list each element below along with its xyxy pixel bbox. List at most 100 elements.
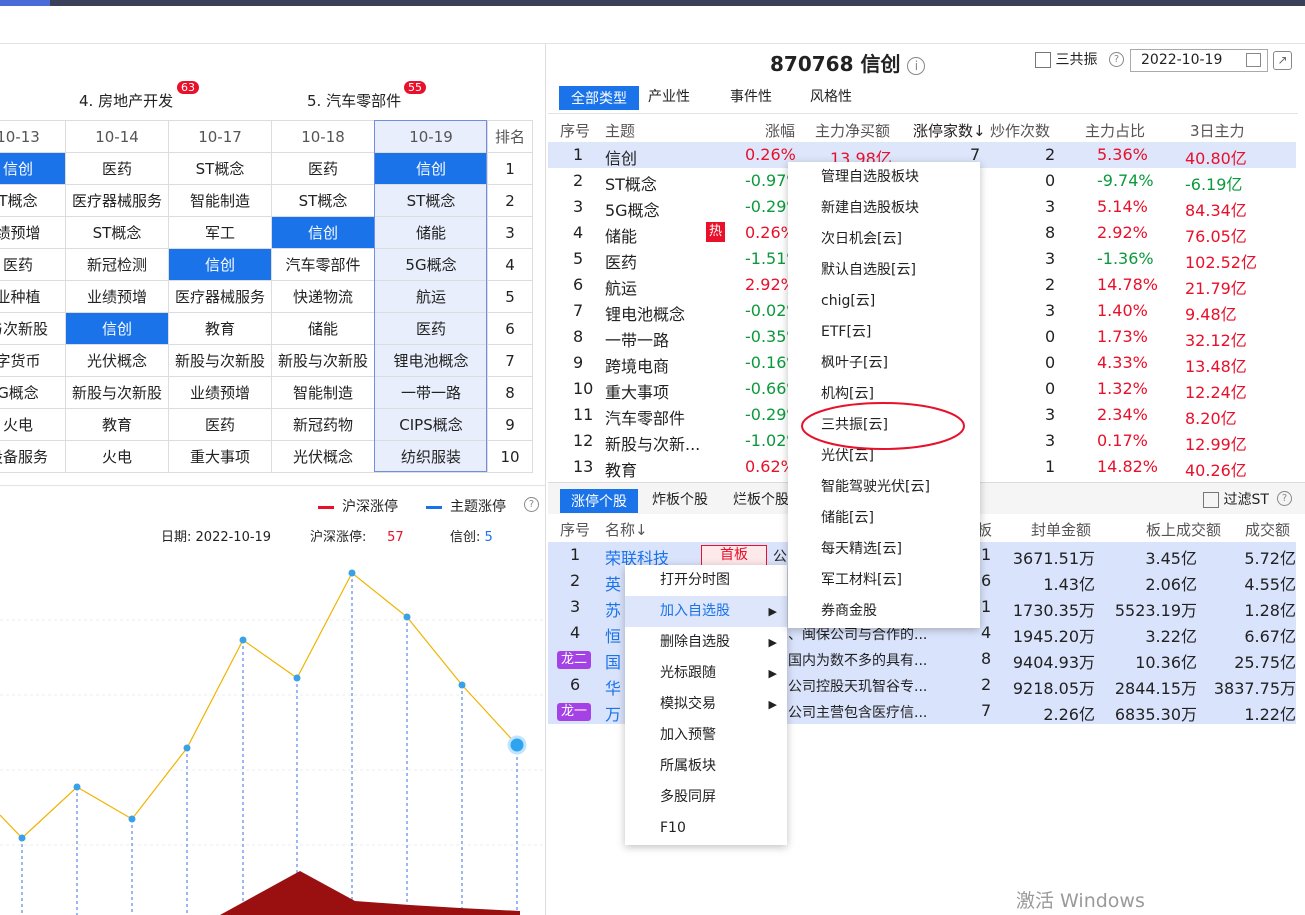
theme-cell[interactable]: 智能制造 — [168, 184, 272, 217]
context-menu-item[interactable]: F10 — [625, 813, 787, 844]
theme-cell[interactable]: 5G概念 — [374, 248, 488, 281]
theme-cell[interactable]: 教育 — [168, 312, 272, 345]
stock-name[interactable]: 苏 — [605, 597, 621, 621]
category-tab[interactable]: 事件性 — [730, 86, 772, 106]
data-point[interactable] — [128, 815, 136, 823]
theme-cell[interactable]: 锂电池概念 — [374, 344, 488, 377]
theme-cell[interactable]: 汽车零部件 — [271, 248, 375, 281]
theme-cell[interactable]: 业绩预增 — [168, 376, 272, 409]
help-icon[interactable]: ? — [1277, 491, 1292, 506]
data-point[interactable] — [18, 834, 26, 842]
watchlist-menu-item[interactable]: 新建自选股板块 — [788, 193, 980, 224]
theme-cell[interactable]: 信创 — [0, 152, 66, 185]
theme-cell[interactable]: 重大事项 — [168, 440, 272, 473]
context-menu-item[interactable]: 加入预警 — [625, 720, 787, 751]
theme-cell[interactable]: 光伏概念 — [271, 440, 375, 473]
theme-cell[interactable]: 快递物流 — [271, 280, 375, 313]
column-header[interactable]: 名称↓ — [605, 519, 648, 540]
theme-cell[interactable]: ST概念 — [65, 216, 169, 249]
watchlist-menu-item[interactable]: 智能驾驶光伏[云] — [788, 472, 980, 503]
context-menu-item[interactable]: 所属板块 — [625, 751, 787, 782]
category-tab[interactable]: 全部类型 — [559, 86, 639, 110]
theme-cell[interactable]: 设备服务 — [0, 440, 66, 473]
theme-cell[interactable]: 医疗器械服务 — [65, 184, 169, 217]
watchlist-menu-item[interactable]: 军工材料[云] — [788, 565, 980, 596]
export-icon[interactable]: ↗ — [1273, 51, 1292, 70]
column-header[interactable]: 3日主力 — [1190, 120, 1245, 141]
theme-cell[interactable]: 字货币 — [0, 344, 66, 377]
watchlist-menu-item[interactable]: 券商金股 — [788, 596, 980, 627]
category-tab[interactable]: 产业性 — [648, 86, 690, 106]
date-column-header[interactable]: 10-17 — [168, 120, 272, 153]
column-header[interactable]: 序号 — [560, 519, 590, 540]
sangong-checkbox[interactable]: 三共振 — [1035, 49, 1097, 69]
date-column-header[interactable]: 10-19 — [374, 120, 488, 153]
context-menu-item[interactable]: 多股同屏 — [625, 782, 787, 813]
theme-cell[interactable]: 智能制造 — [271, 376, 375, 409]
info-icon[interactable]: i — [907, 56, 926, 75]
date-column-header[interactable]: 10-13 — [0, 120, 66, 153]
theme-cell[interactable]: 教育 — [65, 408, 169, 441]
column-header[interactable]: 板上成交额 — [1146, 519, 1221, 540]
watchlist-menu-item[interactable]: chig[云] — [788, 286, 980, 317]
column-header[interactable]: 炒作次数 — [990, 120, 1050, 141]
data-point[interactable] — [239, 636, 247, 644]
theme-cell[interactable]: 储能 — [271, 312, 375, 345]
theme-cell[interactable]: G概念 — [0, 376, 66, 409]
theme-cell[interactable]: 新冠药物 — [271, 408, 375, 441]
data-point[interactable] — [73, 783, 81, 791]
column-header[interactable]: 主题 — [605, 120, 635, 141]
stock-name[interactable]: 国 — [605, 649, 621, 673]
column-header[interactable]: 主力占比 — [1085, 120, 1145, 141]
theme-cell[interactable]: 新冠检测 — [65, 248, 169, 281]
theme-cell[interactable]: 医药 — [168, 408, 272, 441]
data-point[interactable] — [183, 744, 191, 752]
theme-cell[interactable]: 纺织服装 — [374, 440, 488, 473]
data-point[interactable] — [507, 735, 527, 755]
help-icon[interactable]: ? — [1109, 52, 1124, 67]
theme-cell[interactable]: T概念 — [0, 184, 66, 217]
stock-name[interactable]: 恒 — [605, 623, 621, 647]
column-header[interactable]: 涨幅 — [765, 120, 795, 141]
theme-cell[interactable]: CIPS概念 — [374, 408, 488, 441]
theme-cell[interactable]: 医疗器械服务 — [168, 280, 272, 313]
data-point[interactable] — [403, 613, 411, 621]
column-header[interactable]: 主力净买额 — [815, 120, 890, 141]
column-header[interactable]: 封单金额 — [1031, 519, 1091, 540]
theme-cell[interactable]: 医药 — [0, 248, 66, 281]
theme-cell[interactable]: 医药 — [271, 152, 375, 185]
filter-st-checkbox[interactable]: 过滤ST — [1203, 489, 1269, 509]
theme-cell[interactable]: 绩预增 — [0, 216, 66, 249]
stock-list-tab[interactable]: 涨停个股 — [560, 489, 638, 513]
theme-cell[interactable]: 与次新股 — [0, 312, 66, 345]
context-menu-item[interactable]: 打开分时图 — [625, 565, 787, 596]
stock-name[interactable]: 万 — [605, 701, 621, 725]
column-header[interactable]: 序号 — [560, 120, 590, 141]
stock-name[interactable]: 华 — [605, 675, 621, 699]
theme-cell[interactable]: 信创 — [65, 312, 169, 345]
theme-cell[interactable]: 新股与次新股 — [271, 344, 375, 377]
theme-cell[interactable]: 信创 — [168, 248, 272, 281]
theme-cell[interactable]: ST概念 — [168, 152, 272, 185]
theme-cell[interactable]: 业种植 — [0, 280, 66, 313]
watchlist-menu-item[interactable]: 默认自选股[云] — [788, 255, 980, 286]
theme-cell[interactable]: 医药 — [65, 152, 169, 185]
date-column-header[interactable]: 排名 — [487, 120, 533, 153]
context-menu-item[interactable]: 光标跟随 ▶ — [625, 658, 787, 689]
theme-cell[interactable]: 航运 — [374, 280, 488, 313]
data-point[interactable] — [293, 674, 301, 682]
theme-cell[interactable]: 光伏概念 — [65, 344, 169, 377]
stock-list-tab[interactable]: 炸板个股 — [652, 489, 708, 509]
theme-cell[interactable]: ST概念 — [374, 184, 488, 217]
data-point[interactable] — [348, 569, 356, 577]
stock-list-tab[interactable]: 烂板个股 — [733, 489, 789, 509]
stock-name[interactable]: 英 — [605, 571, 621, 595]
theme-cell[interactable]: 军工 — [168, 216, 272, 249]
column-header[interactable]: 成交额 — [1245, 519, 1290, 540]
theme-cell[interactable]: 新股与次新股 — [65, 376, 169, 409]
watchlist-menu-item[interactable]: 储能[云] — [788, 503, 980, 534]
theme-cell[interactable]: 火电 — [0, 408, 66, 441]
theme-cell[interactable]: 信创 — [374, 152, 488, 185]
theme-cell[interactable]: 新股与次新股 — [168, 344, 272, 377]
watchlist-menu-item[interactable]: ETF[云] — [788, 317, 980, 348]
